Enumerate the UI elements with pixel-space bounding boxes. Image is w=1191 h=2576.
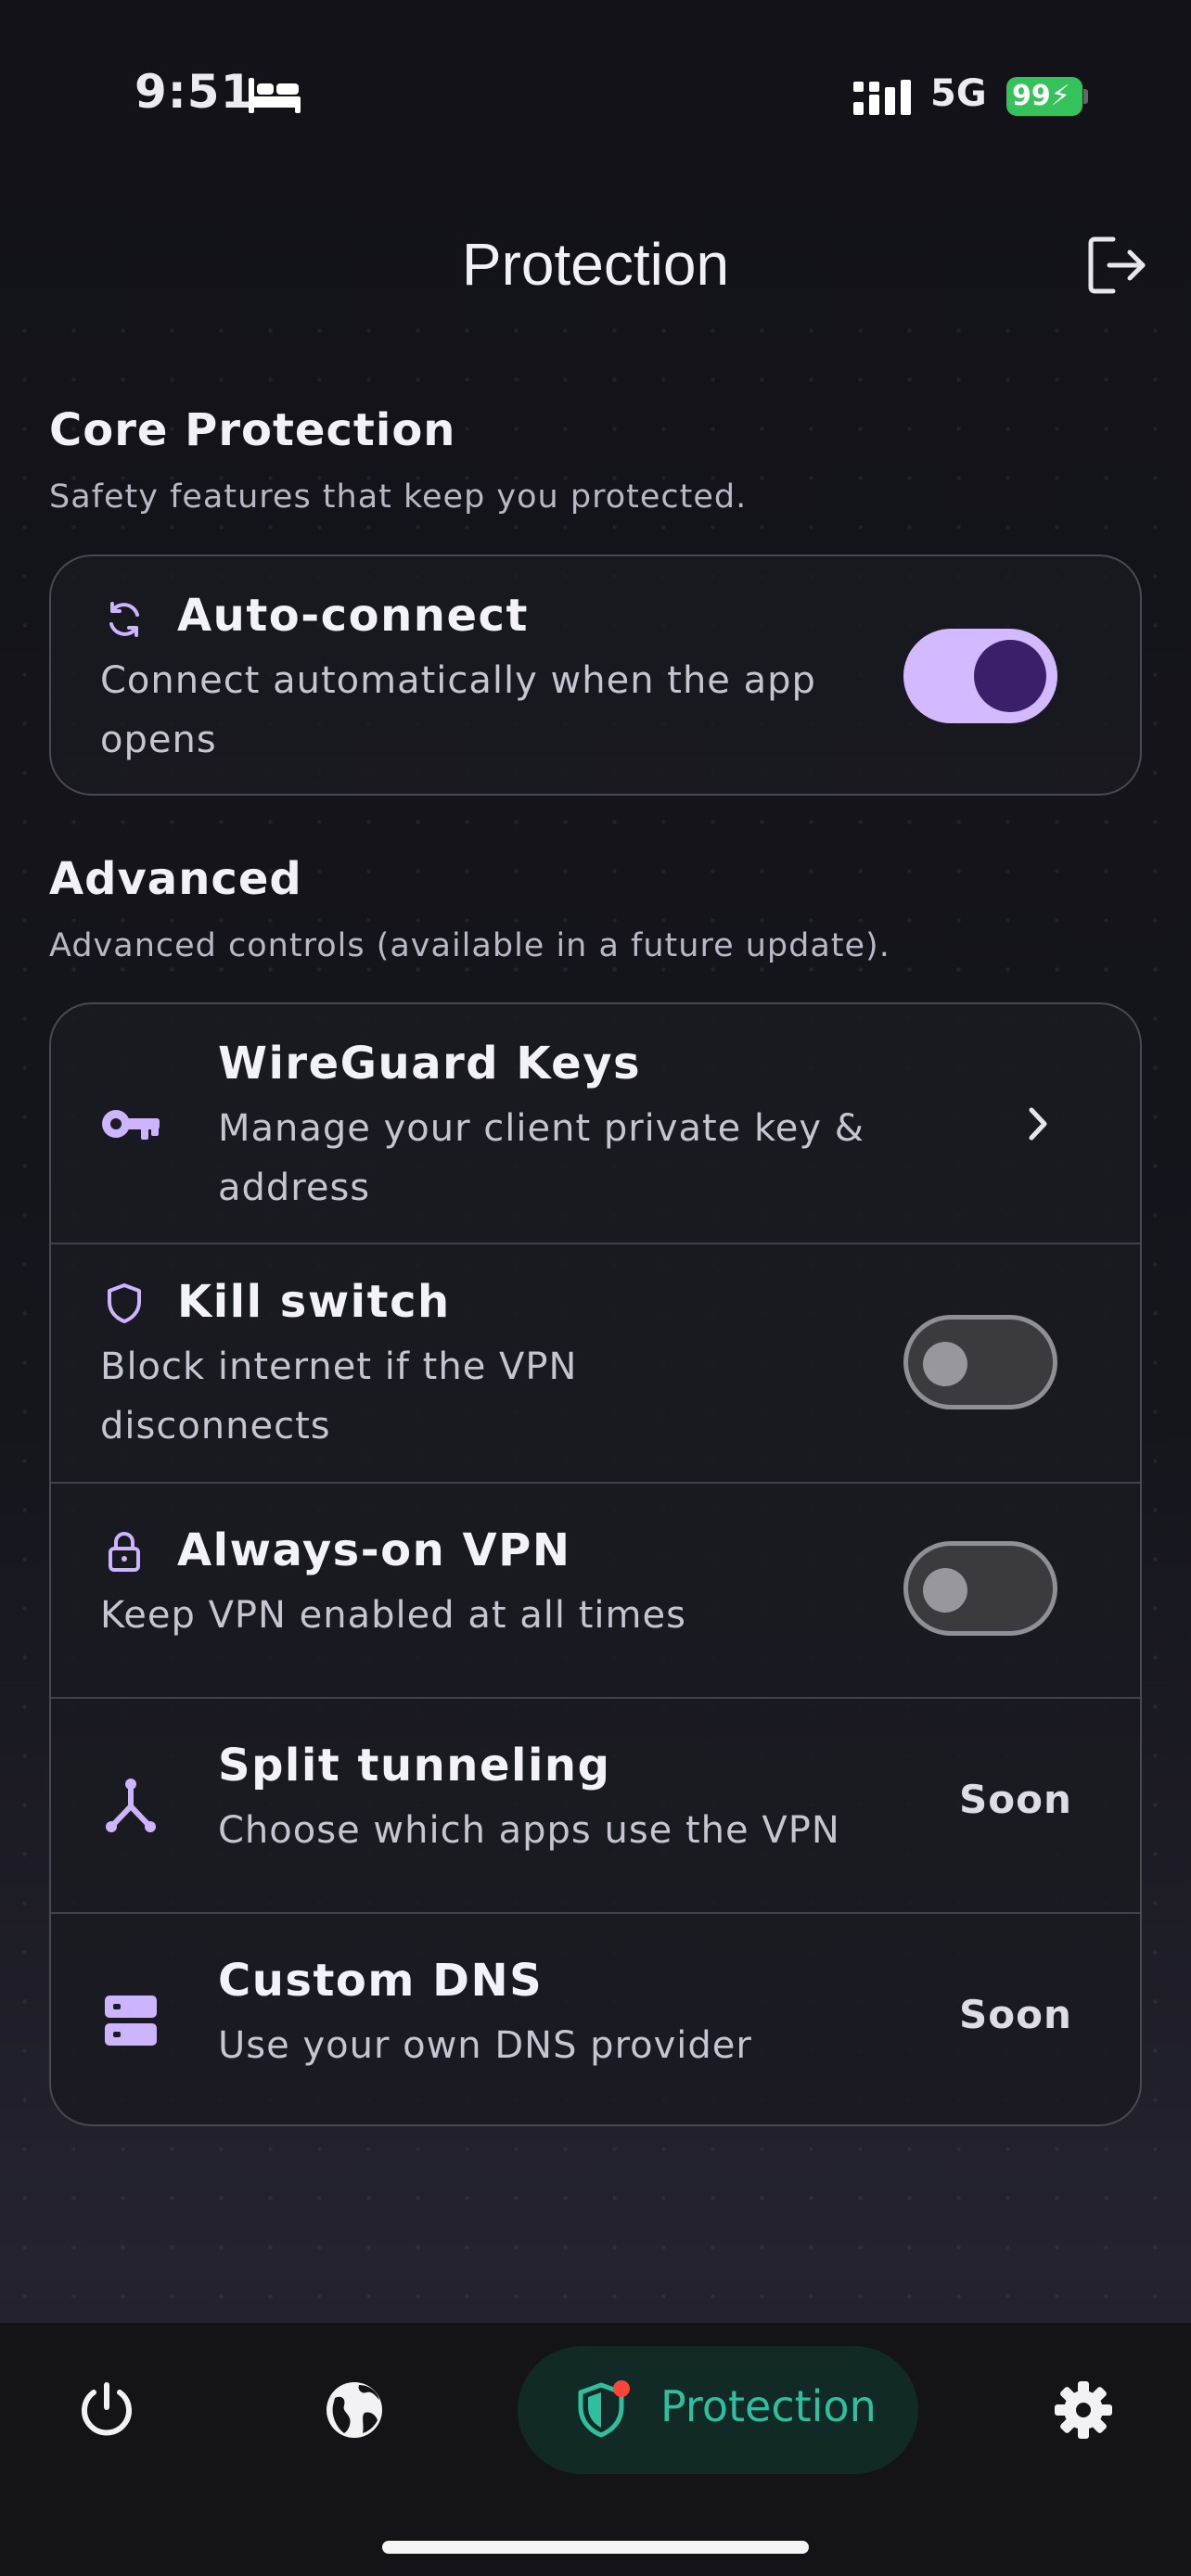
wireguard-title: WireGuard Keys — [218, 1038, 642, 1090]
home-indicator[interactable] — [382, 2541, 809, 2554]
soon-badge: Soon — [959, 1992, 1072, 2037]
section-subtitle-advanced: Advanced controls (available in a future… — [49, 927, 890, 964]
auto-connect-toggle[interactable] — [903, 629, 1057, 723]
key-icon — [102, 1110, 160, 1140]
auto-connect-title: Auto-connect — [177, 590, 529, 642]
soon-badge: Soon — [959, 1777, 1072, 1822]
custom-dns-desc: Use your own DNS provider — [218, 2024, 752, 2067]
always-on-title: Always-on VPN — [177, 1524, 571, 1576]
cellular-signal-icon — [853, 80, 911, 115]
lock-icon — [109, 1532, 140, 1572]
section-subtitle-core: Safety features that keep you protected. — [49, 478, 748, 516]
kill-switch-title: Kill switch — [177, 1276, 451, 1328]
shield-icon — [108, 1283, 141, 1323]
sleep-focus-icon — [249, 78, 301, 113]
kill-switch-row: Kill switch Block internet if the VPN di… — [51, 1244, 1140, 1482]
tab-protection-label: Protection — [660, 2381, 877, 2431]
battery-cap — [1083, 89, 1088, 104]
gear-icon[interactable] — [1053, 2379, 1114, 2441]
always-on-toggle[interactable] — [903, 1541, 1057, 1636]
kill-switch-toggle[interactable] — [903, 1315, 1057, 1409]
tab-protection[interactable]: Protection — [518, 2346, 918, 2474]
section-title-core: Core Protection — [49, 404, 456, 456]
always-on-row: Always-on VPN Keep VPN enabled at all ti… — [51, 1484, 1140, 1697]
split-tunneling-icon — [106, 1779, 156, 1832]
wireguard-keys-row[interactable]: WireGuard Keys Manage your client privat… — [51, 1004, 1140, 1243]
sync-icon — [109, 602, 139, 637]
wireguard-desc-2: address — [218, 1167, 371, 1209]
status-time: 9:51 — [134, 65, 254, 119]
shield-icon — [578, 2380, 630, 2438]
split-tunneling-title: Split tunneling — [218, 1740, 611, 1792]
battery-level: 99 — [1012, 80, 1051, 112]
toggle-knob — [974, 640, 1046, 712]
globe-icon[interactable] — [324, 2379, 385, 2441]
section-title-advanced: Advanced — [49, 853, 302, 905]
auto-connect-desc-2: opens — [100, 719, 217, 761]
custom-dns-row: Custom DNS Use your own DNS provider Soo… — [51, 1914, 1140, 2126]
auto-connect-desc-1: Connect automatically when the app — [100, 659, 816, 702]
wireguard-desc-1: Manage your client private key & — [218, 1107, 864, 1150]
network-type: 5G — [930, 72, 987, 115]
logout-icon[interactable] — [1085, 234, 1148, 297]
advanced-card: WireGuard Keys Manage your client privat… — [49, 1002, 1142, 2126]
chevron-right-icon — [1029, 1107, 1047, 1141]
server-icon — [105, 1996, 157, 2046]
toggle-knob — [923, 1342, 967, 1386]
kill-switch-desc-1: Block internet if the VPN — [100, 1345, 578, 1388]
power-icon[interactable] — [76, 2379, 137, 2441]
kill-switch-desc-2: disconnects — [100, 1405, 331, 1447]
battery-indicator: 99⚡ — [1006, 77, 1082, 116]
core-protection-card: Auto-connect Connect automatically when … — [49, 555, 1142, 796]
split-tunneling-row: Split tunneling Choose which apps use th… — [51, 1699, 1140, 1912]
custom-dns-title: Custom DNS — [218, 1955, 544, 2007]
split-tunneling-desc: Choose which apps use the VPN — [218, 1809, 840, 1852]
page-title: Protection — [461, 231, 730, 298]
toggle-knob — [923, 1568, 967, 1613]
always-on-desc: Keep VPN enabled at all times — [100, 1594, 686, 1637]
